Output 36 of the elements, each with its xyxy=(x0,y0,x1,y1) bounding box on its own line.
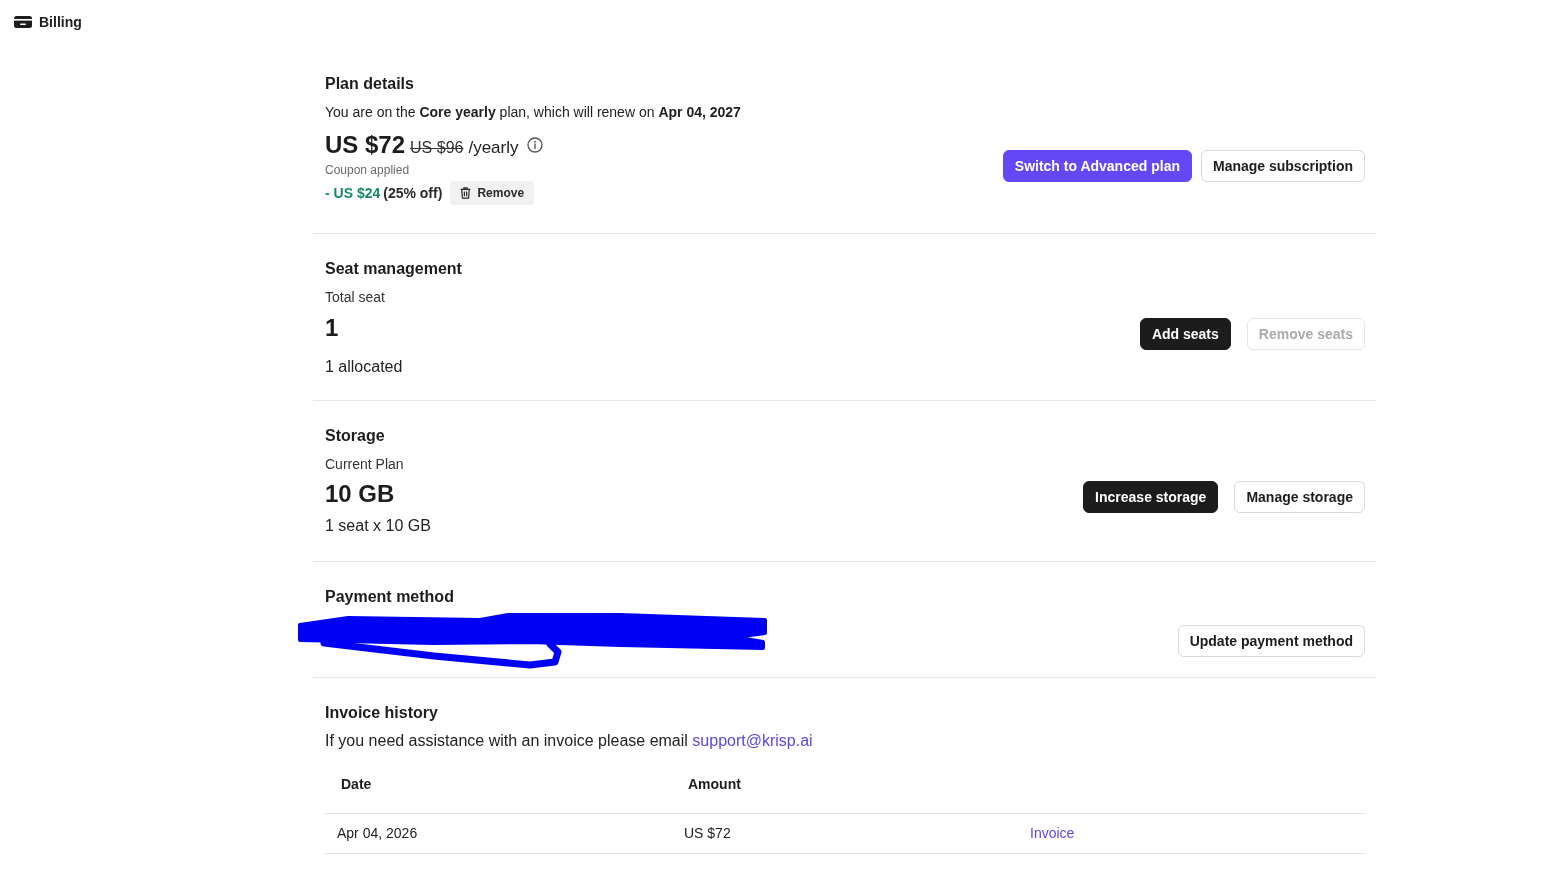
remove-coupon-button[interactable]: Remove xyxy=(450,181,535,205)
manage-storage-button[interactable]: Manage storage xyxy=(1234,480,1365,513)
section-title: Storage xyxy=(325,426,386,446)
increase-storage-button[interactable]: Increase storage xyxy=(1083,480,1219,513)
credit-card-icon xyxy=(14,16,32,28)
discount-amount: - US $24 xyxy=(325,185,381,201)
section-title: Invoice history xyxy=(325,703,439,723)
column-header: Amount xyxy=(672,755,1018,814)
discount-percent: (25% off) xyxy=(383,185,443,201)
manage-subscription-button[interactable]: Manage subscription xyxy=(1200,149,1365,182)
stat-label: Current Plan xyxy=(325,455,405,474)
info-icon[interactable] xyxy=(526,137,543,153)
section-title: Plan details xyxy=(325,74,415,94)
billing-period: /yearly xyxy=(468,138,519,158)
email-link[interactable]: support@krisp.ai xyxy=(692,732,813,749)
plan-description: You are on the Core yearly plan, which will renew on Apr 04, 2027 xyxy=(325,103,741,122)
plan-price: US $72 xyxy=(325,130,406,160)
table-cell: US $72 xyxy=(672,814,1018,854)
section-title: Payment method xyxy=(325,587,455,607)
stat-note: 1 allocated xyxy=(325,357,403,377)
add-seats-button[interactable]: Add seats xyxy=(1139,317,1231,350)
trash-icon xyxy=(460,187,472,199)
help-text: If you need assistance with an invoice please email support@krisp.ai xyxy=(325,731,814,751)
page-title: Billing xyxy=(39,14,82,30)
original-price: US $96 xyxy=(410,139,464,157)
table-cell: Apr 04, 2026 xyxy=(325,814,672,854)
switch-plan-button[interactable]: Switch to Advanced plan xyxy=(1002,149,1192,182)
section-title: Seat management xyxy=(325,259,463,279)
update-payment-button[interactable]: Update payment method xyxy=(1177,625,1365,657)
column-header: Date xyxy=(325,755,672,814)
stat-note: 1 seat x 10 GB xyxy=(325,516,431,536)
invoice-link[interactable]: Invoice xyxy=(1030,825,1075,841)
coupon-label: Coupon applied xyxy=(325,162,411,178)
stat-value: 1 xyxy=(325,313,340,343)
stat-label: Total seat xyxy=(325,288,386,307)
stat-value: 10 GB xyxy=(325,479,396,509)
